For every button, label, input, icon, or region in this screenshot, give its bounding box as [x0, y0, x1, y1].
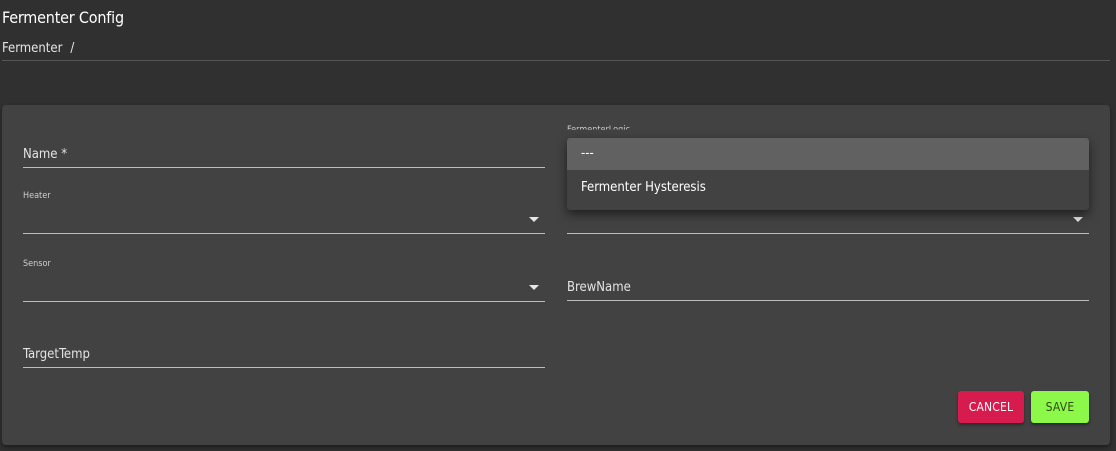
name-field-placeholder: Name * [23, 147, 68, 162]
sensor-dropdown-caret-icon[interactable] [529, 285, 539, 290]
breadcrumb-separator: / [70, 41, 75, 56]
fermenter-logic-dropdown-menu: --- Fermenter Hysteresis [567, 138, 1089, 210]
cooler-select[interactable] [567, 233, 1089, 234]
breadcrumb-item-fermenter[interactable]: Fermenter [2, 41, 62, 56]
cooler-dropdown-caret-icon[interactable] [1073, 217, 1083, 222]
dropdown-option-fermenter-hysteresis[interactable]: Fermenter Hysteresis [567, 172, 1089, 204]
breadcrumb: Fermenter / [2, 41, 74, 56]
name-field[interactable] [23, 167, 545, 168]
heater-dropdown-caret-icon[interactable] [529, 217, 539, 222]
dropdown-option-none[interactable]: --- [567, 138, 1089, 170]
cancel-button[interactable]: CANCEL [958, 391, 1024, 423]
brew-name-placeholder: BrewName [567, 280, 631, 295]
target-temp-placeholder: TargetTemp [23, 347, 90, 362]
page-title: Fermenter Config [2, 8, 124, 27]
sensor-label: Sensor [23, 259, 51, 269]
brew-name-field[interactable] [567, 300, 1089, 301]
save-button[interactable]: SAVE [1031, 391, 1089, 423]
heater-label: Heater [23, 191, 51, 201]
breadcrumb-divider [2, 60, 1110, 61]
target-temp-field[interactable] [23, 367, 545, 368]
heater-select[interactable] [23, 233, 545, 234]
sensor-select[interactable] [23, 301, 545, 302]
